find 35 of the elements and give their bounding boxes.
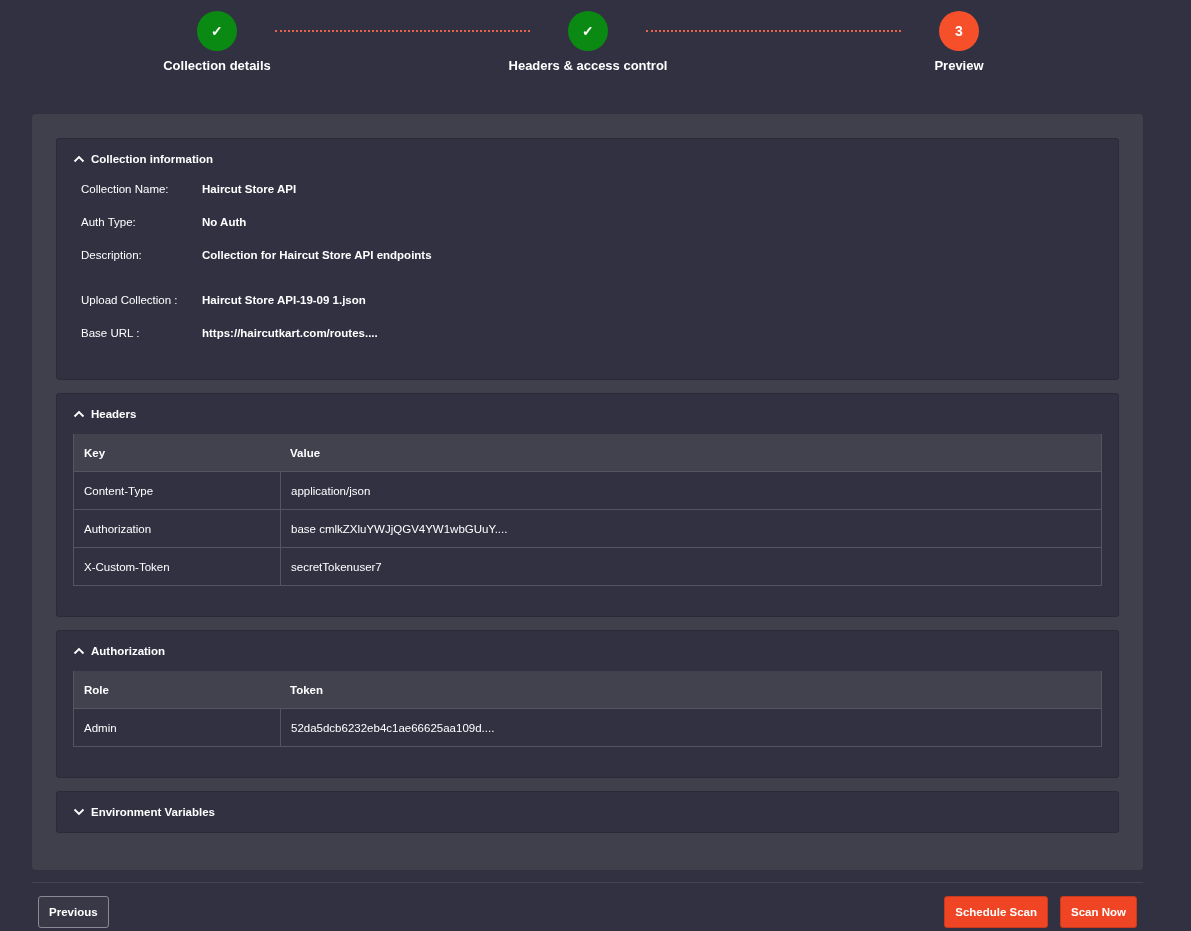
section-header[interactable]: Authorization — [57, 631, 166, 671]
section-header[interactable]: Environment Variables — [57, 792, 215, 832]
action-button[interactable]: Schedule Scan — [944, 896, 1049, 928]
section-header[interactable]: Collection information — [57, 139, 214, 179]
table-cell-text: Authorization — [83, 521, 153, 537]
field-value: https://haircutkart.com/routes.... — [202, 326, 378, 339]
table-cell-text: Content-Type — [83, 483, 155, 499]
table-cell: base cmlkZXluYWJjQGV4YW1wbGUuY.... — [280, 510, 1101, 547]
field-label: Auth Type: — [81, 215, 137, 228]
field-value: Haircut Store API — [202, 182, 297, 195]
column-header: Key — [83, 445, 107, 461]
table-cell-text: Admin — [83, 720, 118, 736]
column-header: Role — [83, 682, 110, 698]
section-header[interactable]: Headers — [57, 394, 137, 434]
column-header: Value — [289, 445, 322, 461]
field-label: Upload Collection : — [81, 293, 179, 306]
field-value: Collection for Haircut Store API endpoints — [202, 248, 432, 261]
step-label: Preview — [934, 58, 984, 73]
step-label: Headers & access control — [508, 58, 668, 73]
table-cell: secretTokenuser7 — [280, 548, 1101, 585]
step-indicator: ✓ — [197, 11, 237, 51]
field-label: Description: — [81, 248, 143, 261]
previous-button[interactable]: Previous — [38, 896, 109, 928]
step-label: Collection details — [163, 58, 271, 73]
table-cell-text: X-Custom-Token — [83, 559, 171, 575]
field-label: Collection Name: — [81, 182, 170, 195]
table-cell: 52da5dcb6232eb4c1ae66625aa109d.... — [280, 709, 1101, 746]
column-header: Token — [289, 682, 324, 698]
action-button[interactable]: Scan Now — [1060, 896, 1137, 928]
step-indicator: ✓ — [568, 11, 608, 51]
field-label: Base URL : — [81, 326, 141, 339]
field-value: No Auth — [202, 215, 247, 228]
step-indicator: 3 — [939, 11, 979, 51]
field-value: Haircut Store API-19-09 1.json — [202, 293, 366, 306]
table-cell: application/json — [280, 472, 1101, 509]
